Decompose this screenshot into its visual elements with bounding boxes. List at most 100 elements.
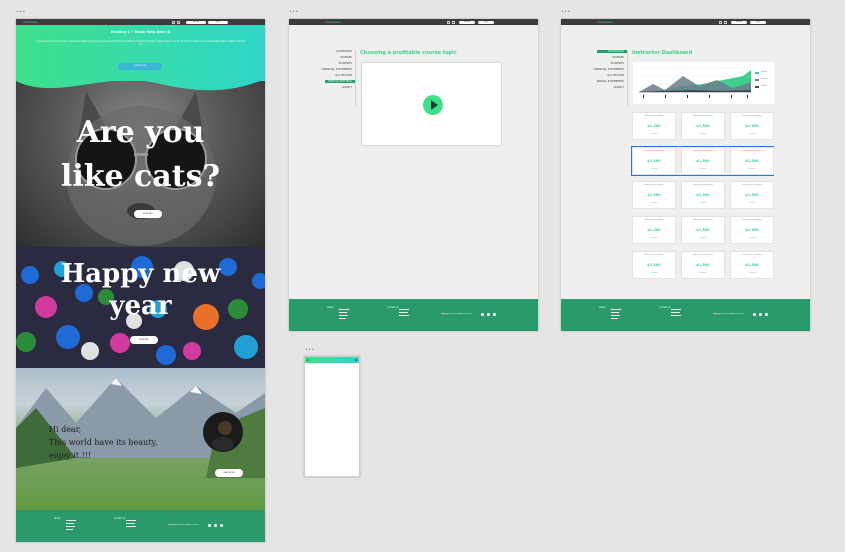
sidebar-item-logout[interactable]: LOGOUT (342, 86, 352, 89)
twitter-icon[interactable] (214, 524, 217, 527)
footer-link[interactable] (671, 309, 681, 310)
card-link[interactable]: see more (633, 238, 675, 239)
footer-link[interactable] (399, 309, 409, 310)
sidebar-item-logout[interactable]: LOGOUT (614, 86, 624, 89)
footer-link[interactable] (399, 312, 408, 313)
login-button[interactable]: log in (750, 20, 766, 24)
sidebar-item-students[interactable]: STUDENTS (611, 62, 624, 65)
card-link[interactable]: see more (682, 134, 724, 135)
footer-link[interactable] (126, 526, 136, 527)
card-link[interactable]: see more (731, 134, 773, 135)
footer-link[interactable] (339, 312, 347, 313)
stat-card[interactable]: Total number of students $1,500 see more (632, 181, 676, 209)
footer-link[interactable] (611, 315, 620, 316)
sidebar-item-courses[interactable]: COURSES (612, 56, 624, 59)
cart-icon[interactable] (724, 20, 727, 24)
signup-button[interactable]: sign up (459, 20, 475, 24)
footer-link[interactable] (671, 312, 680, 313)
twitter-icon[interactable] (759, 313, 762, 316)
footer-link[interactable] (671, 315, 681, 316)
stat-card[interactable]: Total number of students $1,500 see more (632, 147, 676, 175)
search-icon[interactable] (355, 359, 357, 361)
video-player[interactable] (361, 62, 502, 146)
stat-card[interactable]: Total number of students $1,500 see more (681, 216, 725, 244)
footer-link[interactable] (126, 520, 136, 521)
card-link[interactable]: see more (682, 203, 724, 204)
stat-card[interactable]: Total number of students $1,500 see more (632, 216, 676, 244)
footer-link[interactable] (339, 315, 348, 316)
card-link[interactable]: see more (682, 169, 724, 170)
stat-card[interactable]: Total number of students $1,500 see more (632, 112, 676, 140)
footer-link[interactable] (66, 523, 74, 524)
hero-button[interactable]: LEARN MORE (118, 63, 162, 70)
stat-card[interactable]: Total number of students $1,500 see more (730, 112, 774, 140)
card-link[interactable]: see more (682, 273, 724, 274)
search-icon[interactable] (172, 20, 175, 24)
footer-link[interactable] (126, 523, 135, 524)
sidebar-item-dashboard[interactable]: DASHBOARD (336, 50, 352, 53)
stat-card[interactable]: Total number of students $1,500 see more (681, 251, 725, 279)
dashboard-artboard[interactable]: ⌂ themeweb sign up log in DASHBOARD COUR… (561, 19, 810, 331)
footer-link[interactable] (66, 526, 75, 527)
footer-link[interactable] (611, 309, 621, 310)
card-link[interactable]: see more (731, 169, 773, 170)
login-button[interactable]: log in (478, 20, 494, 24)
search-icon[interactable] (719, 20, 722, 24)
card-link[interactable]: see more (633, 273, 675, 274)
footer-link[interactable] (66, 520, 76, 521)
landing-artboard[interactable]: ⌂ themeweb sign up log in Headline 1 • T… (16, 19, 265, 542)
stat-card[interactable]: Total number of students $1,500 see more (730, 181, 774, 209)
card-link[interactable]: see more (731, 238, 773, 239)
logo[interactable]: ⌂ themeweb (597, 21, 613, 24)
footer-link[interactable] (399, 315, 409, 316)
card-link[interactable]: see more (682, 238, 724, 239)
card-link[interactable]: see more (731, 273, 773, 274)
stat-card[interactable]: Total number of students $1,500 see more (681, 181, 725, 209)
new-year-button[interactable]: MORE INFO (130, 336, 158, 344)
stat-card[interactable]: Total number of students $1,500 see more (681, 147, 725, 175)
cats-button[interactable]: MORE INFO (134, 210, 162, 218)
play-icon[interactable] (423, 95, 443, 115)
card-link[interactable]: see more (633, 134, 675, 135)
card-link[interactable]: see more (633, 169, 675, 170)
facebook-icon[interactable] (208, 524, 211, 527)
facebook-icon[interactable] (753, 313, 756, 316)
stat-card[interactable]: Total number of students $1,500 see more (730, 147, 774, 175)
logo[interactable]: ⌂ themeweb (325, 21, 341, 24)
sidebar-item-qa[interactable]: Q/A SECTION (336, 74, 353, 77)
footer-link[interactable] (611, 312, 619, 313)
logo[interactable]: ⌂ themeweb (22, 21, 38, 24)
twitter-icon[interactable] (487, 313, 490, 316)
mountain-button[interactable]: READ MORE (215, 469, 243, 477)
login-button[interactable]: log in (208, 20, 228, 24)
card-link[interactable]: see more (633, 203, 675, 204)
footer-link[interactable] (339, 318, 346, 319)
sidebar-item-qa[interactable]: Q/A SECTION (608, 74, 625, 77)
card-link[interactable]: see more (731, 203, 773, 204)
sidebar-item-students[interactable]: STUDENTS (339, 62, 352, 65)
sidebar-item-profile[interactable]: PROFILE SETTINGS (325, 80, 355, 83)
stat-card[interactable]: Total number of students $1,500 see more (730, 216, 774, 244)
sidebar-item-financial[interactable]: FINANCIAL STATEMENTS (322, 68, 352, 71)
search-icon[interactable] (447, 20, 450, 24)
footer-link[interactable] (611, 318, 618, 319)
stat-card[interactable]: Total number of students $1,500 see more (681, 112, 725, 140)
sidebar-item-dashboard[interactable]: DASHBOARD (597, 50, 627, 53)
instagram-icon[interactable] (220, 524, 223, 527)
sidebar-item-annual[interactable]: ANNUAL STATEMENTS (597, 80, 624, 83)
stat-card[interactable]: Total number of students $1,500 see more (632, 251, 676, 279)
instagram-icon[interactable] (765, 313, 768, 316)
footer-link[interactable] (66, 529, 73, 530)
mobile-artboard[interactable] (304, 356, 360, 477)
footer-link[interactable] (339, 309, 349, 310)
facebook-icon[interactable] (481, 313, 484, 316)
menu-icon[interactable] (307, 359, 309, 361)
sidebar-item-financial[interactable]: FINANCIAL STATEMENTS (594, 68, 624, 71)
signup-button[interactable]: sign up (731, 20, 747, 24)
instagram-icon[interactable] (493, 313, 496, 316)
course-artboard[interactable]: ⌂ themeweb sign up log in DASHBOARD COUR… (289, 19, 538, 331)
cart-icon[interactable] (177, 20, 180, 24)
cart-icon[interactable] (452, 20, 455, 24)
signup-button[interactable]: sign up (186, 20, 206, 24)
stat-card[interactable]: Total number of students $1,500 see more (730, 251, 774, 279)
